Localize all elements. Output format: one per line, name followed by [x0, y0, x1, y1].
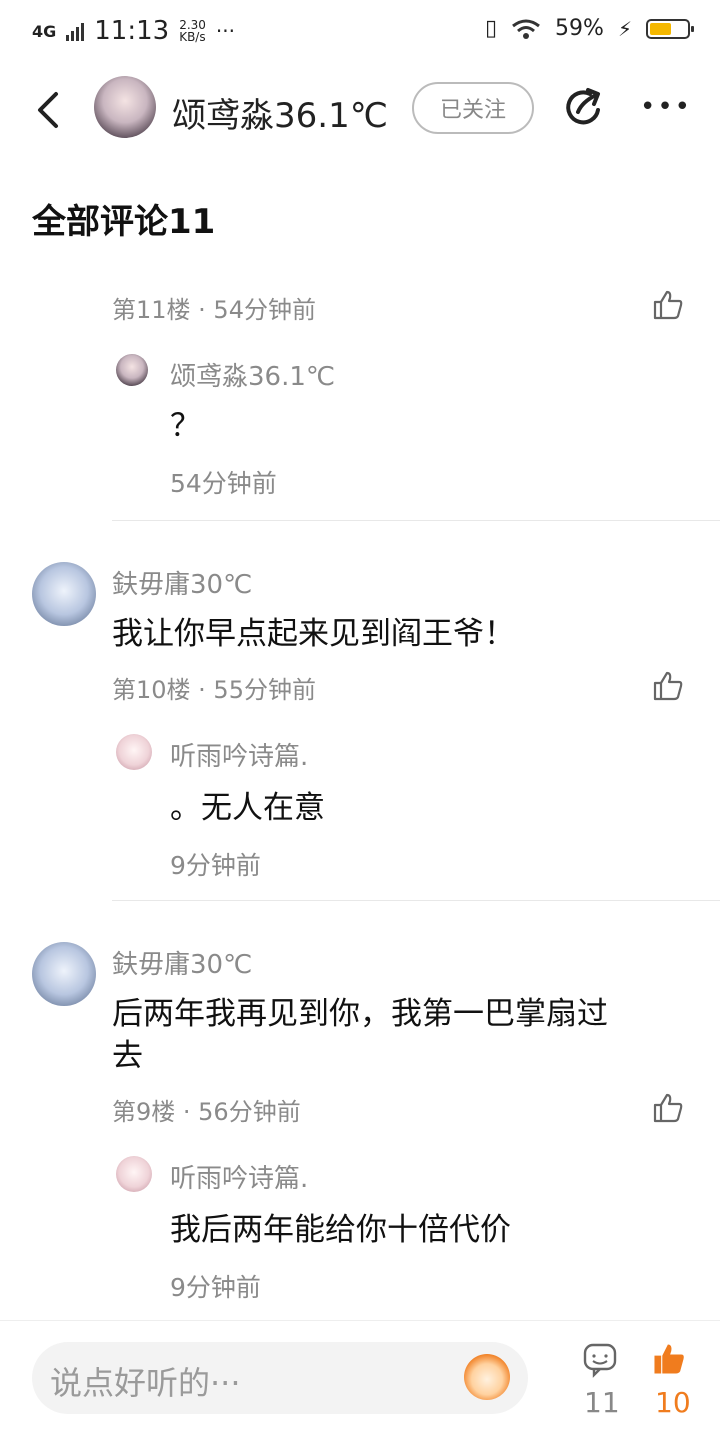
- reply-author[interactable]: 听雨吟诗篇.: [170, 736, 308, 773]
- charging-icon: ⚡: [617, 16, 632, 41]
- more-button[interactable]: •••: [640, 92, 692, 122]
- commenter-name[interactable]: 鈇毋庸30℃: [112, 564, 252, 601]
- share-button[interactable]: [562, 86, 606, 130]
- reply-text: 我后两年能给你十倍代价: [170, 1212, 511, 1248]
- reply-text: ？: [170, 408, 201, 444]
- reply-avatar[interactable]: [116, 354, 148, 386]
- floor-time: 第10楼 · 55分钟前: [112, 676, 316, 704]
- reply-avatar[interactable]: [116, 1156, 152, 1192]
- comment-text-line2: 去: [112, 1038, 143, 1074]
- thumbs-up-icon[interactable]: [651, 1091, 685, 1125]
- comment-icon[interactable]: [582, 1342, 618, 1378]
- comment-count: 11: [584, 1386, 620, 1419]
- status-more: ···: [215, 19, 235, 43]
- emoji-button[interactable]: [464, 1354, 510, 1400]
- network-label: 4G: [32, 21, 57, 41]
- thumbs-up-filled-icon[interactable]: [650, 1340, 688, 1378]
- back-button[interactable]: [30, 88, 70, 132]
- thumbs-up-icon[interactable]: [651, 288, 685, 322]
- comment-input-placeholder: 说点好听的···: [50, 1364, 241, 1402]
- floor-time: 第9楼 · 56分钟前: [112, 1098, 301, 1126]
- comment-text-line1: 后两年我再见到你，我第一巴掌扇过: [112, 996, 608, 1032]
- follow-button[interactable]: 已关注: [412, 82, 534, 134]
- chevron-left-icon: [38, 92, 58, 128]
- clock: 11:13: [94, 16, 170, 46]
- vibrate-icon: ▯: [484, 16, 498, 41]
- reply-author[interactable]: 听雨吟诗篇.: [170, 1158, 308, 1195]
- commenter-avatar[interactable]: [32, 562, 96, 626]
- battery-icon: [646, 18, 694, 39]
- author-avatar[interactable]: [94, 76, 156, 138]
- thumbs-up-icon[interactable]: [651, 669, 685, 703]
- commenter-name[interactable]: 鈇毋庸30℃: [112, 944, 252, 981]
- divider: [112, 900, 720, 901]
- status-bar: 4G 11:13 2.30 KB/s ··· ▯ 59% ⚡: [0, 0, 720, 64]
- author-name[interactable]: 颂鸢淼36.1℃: [172, 88, 388, 137]
- like-count: 10: [655, 1386, 691, 1419]
- reply-avatar[interactable]: [116, 734, 152, 770]
- reply-time: 9分钟前: [170, 851, 261, 880]
- floor-time: 第11楼 · 54分钟前: [112, 296, 316, 324]
- reply-author[interactable]: 颂鸢淼36.1℃: [170, 356, 335, 393]
- commenter-avatar[interactable]: [32, 942, 96, 1006]
- wifi-icon: [512, 19, 540, 39]
- share-icon: [566, 88, 600, 125]
- net-speed: 2.30 KB/s: [179, 18, 206, 44]
- signal-icon: [66, 21, 85, 41]
- comment-text: 我让你早点起来见到阎王爷！: [112, 616, 515, 652]
- divider: [112, 520, 720, 521]
- battery-percent: 59%: [555, 16, 604, 41]
- reply-text: 。无人在意: [170, 790, 325, 826]
- section-title: 全部评论11: [32, 202, 216, 242]
- reply-time: 54分钟前: [170, 469, 277, 498]
- reply-time: 9分钟前: [170, 1273, 261, 1302]
